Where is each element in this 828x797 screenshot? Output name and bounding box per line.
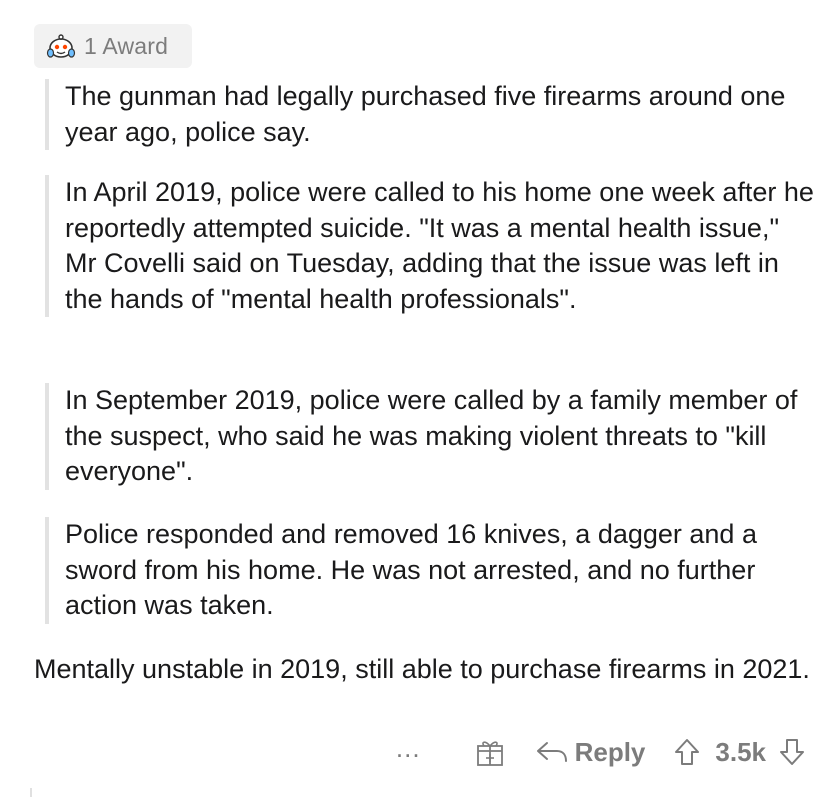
blockquote: In April 2019, police were called to his… xyxy=(45,175,815,317)
award-badge[interactable]: 1 Award xyxy=(34,24,192,68)
downvote-icon[interactable] xyxy=(778,737,806,767)
award-label: 1 Award xyxy=(84,32,169,59)
wholesome-award-icon xyxy=(46,34,76,58)
blockquote: Police responded and removed 16 knives, … xyxy=(45,517,815,624)
quote-text: The gunman had legally purchased five fi… xyxy=(65,81,786,147)
blockquote: The gunman had legally purchased five fi… xyxy=(45,79,815,150)
gift-icon[interactable] xyxy=(475,737,505,767)
more-options-button[interactable]: ... xyxy=(396,735,421,761)
upvote-icon[interactable] xyxy=(673,737,701,767)
reply-label: Reply xyxy=(574,736,646,767)
comment-action-bar: ... Reply 3.5k xyxy=(396,728,806,776)
thread-line[interactable] xyxy=(30,788,32,797)
reply-button[interactable]: Reply xyxy=(535,736,646,768)
quote-text: In September 2019, police were called by… xyxy=(65,385,798,486)
quote-text: Police responded and removed 16 knives, … xyxy=(65,519,757,620)
comment-body: Mentally unstable in 2019, still able to… xyxy=(34,652,814,688)
vote-score: 3.5k xyxy=(715,736,766,767)
blockquote: In September 2019, police were called by… xyxy=(45,383,815,490)
quote-text: In April 2019, police were called to his… xyxy=(65,177,814,314)
comment-text: Mentally unstable in 2019, still able to… xyxy=(34,654,810,684)
reply-icon xyxy=(536,742,567,762)
